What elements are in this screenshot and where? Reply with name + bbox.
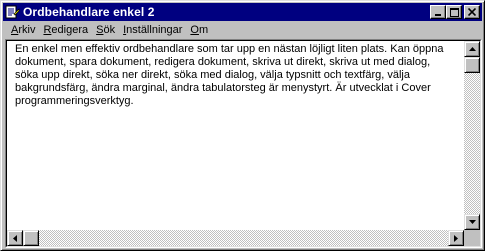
scroll-up-button[interactable] — [464, 41, 480, 57]
editor-container: En enkel men effektiv ordbehandlare som … — [6, 40, 481, 247]
arrow-right-icon — [454, 234, 458, 242]
scrollbar-corner — [464, 230, 480, 246]
menu-installningar[interactable]: Inställningar — [119, 24, 186, 36]
window-title: Ordbehandlare enkel 2 — [23, 5, 155, 19]
close-icon — [468, 8, 476, 16]
menu-sok[interactable]: Sök — [92, 24, 119, 36]
app-window: Ordbehandlare enkel 2 Arkiv Redigera Sök… — [0, 0, 485, 251]
document-app-icon[interactable] — [4, 5, 20, 19]
vertical-scrollbar[interactable] — [464, 41, 480, 230]
maximize-button[interactable] — [446, 5, 462, 19]
scroll-down-button[interactable] — [464, 214, 480, 230]
arrow-up-icon — [468, 47, 476, 51]
menu-bar: Arkiv Redigera Sök Inställningar Om — [3, 21, 482, 39]
scroll-right-button[interactable] — [448, 230, 464, 246]
horizontal-scrollbar[interactable] — [7, 230, 464, 246]
title-bar[interactable]: Ordbehandlare enkel 2 — [3, 3, 482, 21]
menu-om[interactable]: Om — [186, 24, 212, 36]
arrow-left-icon — [13, 234, 17, 242]
horizontal-scroll-thumb[interactable] — [23, 230, 39, 246]
editor-frame: En enkel men effektiv ordbehandlare som … — [5, 39, 482, 248]
close-button[interactable] — [464, 5, 480, 19]
menu-arkiv[interactable]: Arkiv — [7, 24, 39, 36]
arrow-down-icon — [468, 220, 476, 224]
minimize-icon — [435, 14, 441, 16]
maximize-icon — [449, 7, 459, 17]
vertical-scroll-thumb[interactable] — [464, 57, 480, 73]
editor-text-area[interactable]: En enkel men effektiv ordbehandlare som … — [7, 41, 464, 230]
minimize-button[interactable] — [430, 5, 446, 19]
menu-redigera[interactable]: Redigera — [39, 24, 92, 36]
scroll-left-button[interactable] — [7, 230, 23, 246]
